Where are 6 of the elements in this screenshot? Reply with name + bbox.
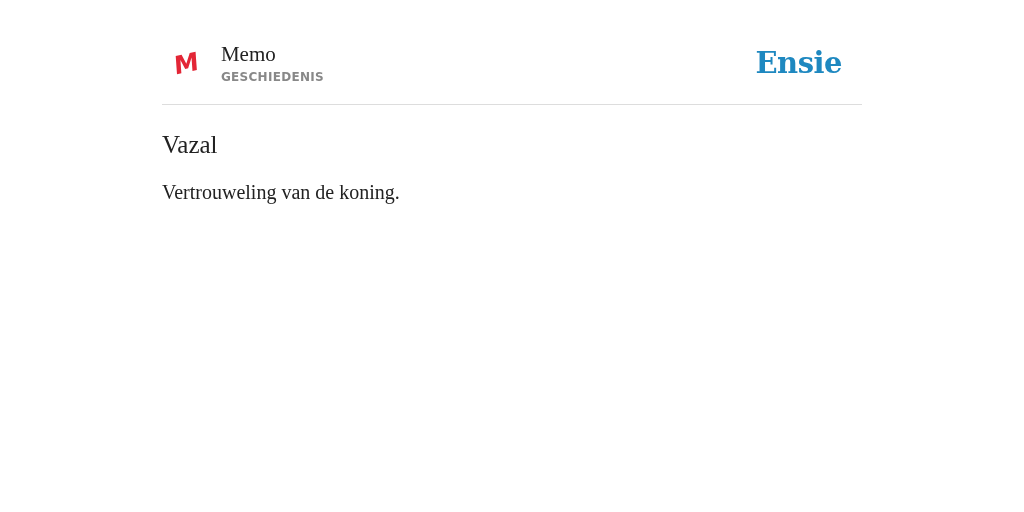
category-label: GESCHIEDENIS: [220, 70, 324, 84]
brand-logo[interactable]: Ensie: [755, 46, 842, 80]
logo-mark: M: [173, 47, 200, 79]
term-heading: Vazal: [162, 131, 219, 159]
definition-text: Vertrouweling van de koning.: [162, 181, 401, 204]
source-title: Memo: [220, 42, 277, 67]
